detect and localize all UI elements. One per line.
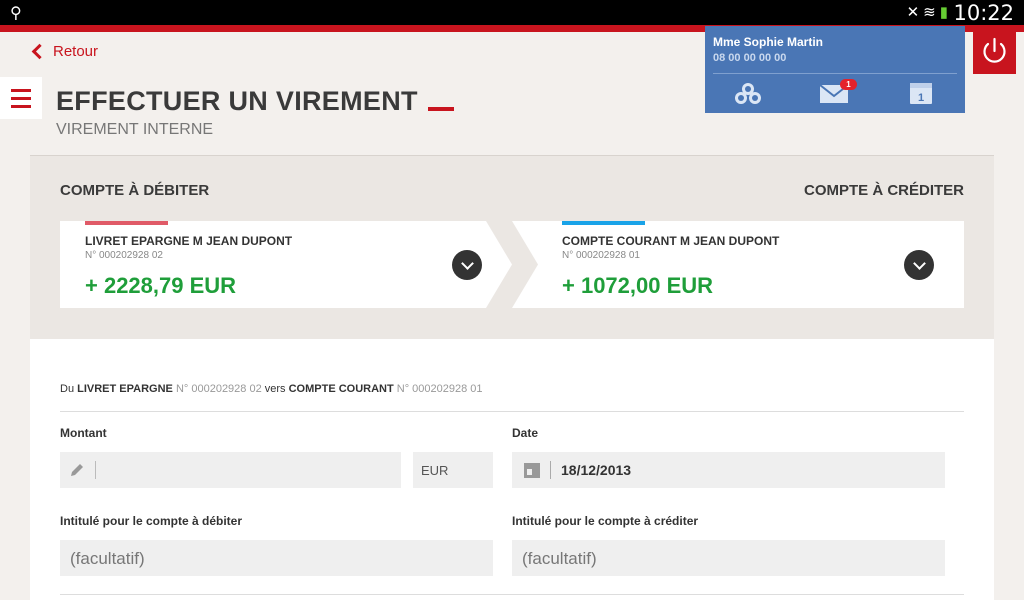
network-icon	[735, 83, 761, 104]
wifi-icon: ≋	[923, 4, 940, 21]
messages-badge: 1	[840, 79, 857, 90]
summary-from-number: N° 000202928 02	[175, 383, 262, 395]
summary-from-prefix: Du	[60, 383, 75, 395]
chevron-left-icon	[31, 43, 48, 59]
summary-to-prefix: vers	[264, 383, 286, 395]
calendar-day: 1	[918, 92, 924, 104]
transfer-arrow-icon	[484, 221, 512, 308]
user-panel-divider	[713, 73, 957, 74]
credit-account-accent	[562, 221, 645, 225]
date-separator	[550, 461, 551, 479]
text-caret	[95, 461, 96, 479]
hamburger-icon-line	[11, 88, 31, 92]
chevron-down-icon[interactable]	[452, 250, 482, 280]
hamburger-icon-line	[11, 104, 31, 108]
summary-to-number: N° 000202928 01	[396, 383, 483, 395]
power-icon	[983, 37, 1006, 63]
credit-wording-input[interactable]: (facultatif)	[512, 540, 945, 576]
logout-button[interactable]	[973, 30, 1016, 74]
back-button[interactable]: Retour	[30, 40, 98, 62]
title-accent	[428, 107, 454, 111]
credit-wording-label: Intitulé pour le compte à créditer	[512, 514, 699, 528]
page-subtitle: VIREMENT INTERNE	[56, 121, 214, 138]
transfer-summary: Du LIVRET EPARGNE N° 000202928 02 vers C…	[60, 383, 483, 395]
credit-account-name: COMPTE COURANT M JEAN DUPONT	[562, 234, 780, 248]
date-label: Date	[512, 426, 539, 440]
debit-wording-input[interactable]: (facultatif)	[60, 540, 493, 576]
summary-to-label: COMPTE COURANT	[288, 383, 394, 395]
date-input[interactable]: 18/12/2013	[512, 452, 945, 488]
usb-icon: ⚲	[10, 5, 22, 22]
debit-wording-placeholder: (facultatif)	[70, 549, 145, 568]
back-label: Retour	[53, 42, 99, 60]
debit-account-name: LIVRET EPARGNE M JEAN DUPONT	[85, 234, 293, 248]
hamburger-icon-line	[11, 96, 31, 100]
status-clock: 10:22	[953, 1, 1014, 25]
form-divider	[60, 411, 964, 412]
user-panel: Mme Sophie Martin 08 00 00 00 00 1	[705, 26, 965, 113]
calendar-icon	[524, 463, 540, 478]
battery-icon: ▮	[939, 4, 952, 21]
currency-value: EUR	[421, 463, 449, 478]
credit-account-balance: + 1072,00 EUR	[562, 273, 714, 298]
currency-select[interactable]: EUR	[413, 452, 493, 488]
debit-account-balance: + 2228,79 EUR	[85, 273, 237, 298]
calendar-icon: 1	[910, 83, 932, 104]
amount-input[interactable]	[60, 452, 401, 488]
amount-label: Montant	[60, 426, 107, 440]
chevron-down-icon[interactable]	[904, 250, 934, 280]
credit-account-card[interactable]: COMPTE COURANT M JEAN DUPONT N° 00020292…	[512, 221, 964, 308]
status-bar: ⚲ ✕≋▮ 10:22	[0, 0, 1024, 25]
user-name: Mme Sophie Martin	[713, 35, 824, 49]
calendar-button[interactable]: 1	[905, 79, 937, 107]
date-value: 18/12/2013	[561, 462, 632, 478]
debit-account-accent	[85, 221, 168, 225]
menu-button[interactable]	[0, 77, 42, 119]
advisor-button[interactable]	[732, 79, 764, 107]
page-title: EFFECTUER UN VIREMENT	[56, 86, 418, 116]
debit-wording-label: Intitulé pour le compte à débiter	[60, 514, 243, 528]
debit-account-card[interactable]: LIVRET EPARGNE M JEAN DUPONT N° 00020292…	[60, 221, 486, 308]
credit-account-heading: COMPTE À CRÉDITER	[803, 182, 964, 199]
credit-account-number: N° 000202928 01	[562, 250, 640, 261]
summary-from-label: LIVRET EPARGNE	[77, 383, 173, 395]
card-notch	[512, 221, 538, 308]
mute-icon: ✕	[906, 4, 924, 21]
debit-account-heading: COMPTE À DÉBITER	[60, 182, 210, 199]
status-icons: ✕≋▮	[907, 3, 952, 21]
credit-wording-placeholder: (facultatif)	[522, 549, 597, 568]
debit-account-number: N° 000202928 02	[85, 250, 163, 261]
user-phone: 08 00 00 00 00	[713, 52, 787, 64]
form-bottom-divider	[60, 594, 964, 595]
pencil-icon	[71, 464, 83, 476]
